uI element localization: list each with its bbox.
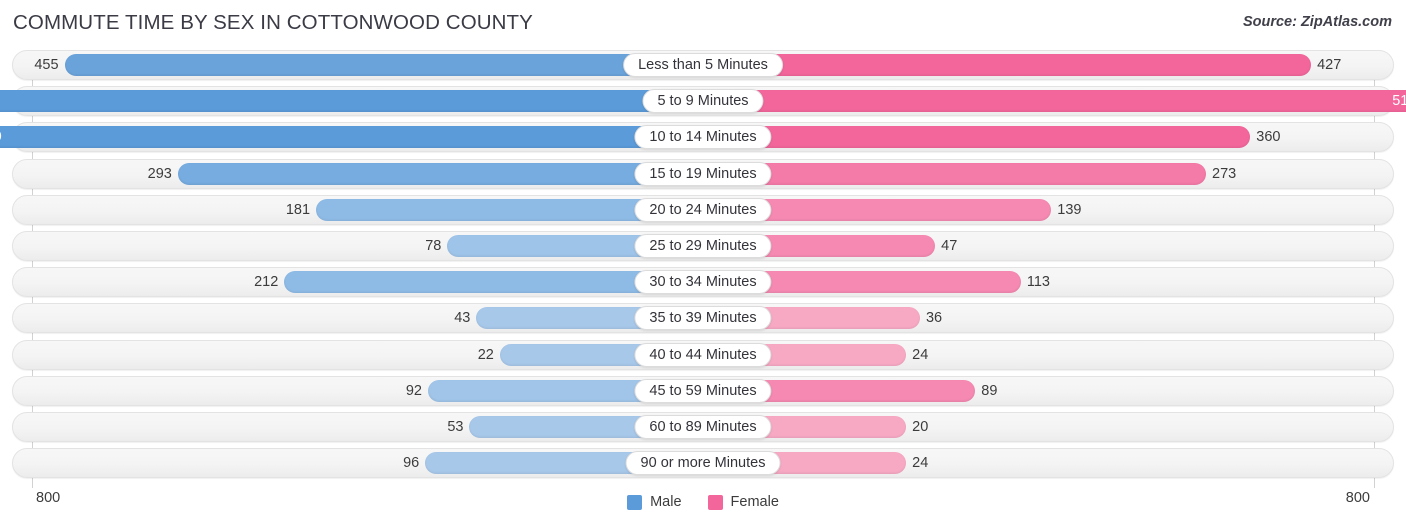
male-bar[interactable] xyxy=(0,90,703,113)
category-label-pill: 45 to 59 Minutes xyxy=(634,378,772,403)
female-value-label: 360 xyxy=(1256,129,1281,146)
female-value-label: 139 xyxy=(1057,201,1082,218)
legend-swatch-icon xyxy=(627,494,643,510)
male-value-label: 181 xyxy=(285,201,311,218)
male-value-label: 455 xyxy=(34,57,59,73)
category-label-pill: 40 to 44 Minutes xyxy=(634,342,772,367)
chart-header: COMMUTE TIME BY SEX IN COTTONWOOD COUNTY… xyxy=(0,0,1406,44)
male-value-label: 53 xyxy=(447,419,464,435)
bar-row[interactable]: 78 47 25 to 29 Minutes xyxy=(12,231,1394,261)
bar-row[interactable]: 212 113 30 to 34 Minutes xyxy=(12,267,1394,298)
male-value-label: 78 xyxy=(425,238,442,254)
male-value-label: 92 xyxy=(405,382,422,399)
bar-row[interactable]: 293 273 15 to 19 Minutes xyxy=(12,158,1394,189)
female-value-label: 427 xyxy=(1317,57,1342,73)
source-attribution: Source: ZipAtlas.com xyxy=(1242,14,1392,30)
female-value-label: 24 xyxy=(912,455,929,472)
bar-row[interactable]: 43 36 35 to 39 Minutes xyxy=(12,303,1394,334)
legend-item-label: Female xyxy=(730,494,779,510)
chart-footer: 800 800 Male Female xyxy=(0,487,1406,523)
bar-row[interactable]: 549 360 10 to 14 Minutes xyxy=(0,122,1394,153)
bar-row[interactable]: 92 89 45 to 59 Minutes xyxy=(12,375,1394,406)
female-value-label: 24 xyxy=(912,346,929,363)
male-value-label: 43 xyxy=(454,310,471,327)
male-value-label: 96 xyxy=(403,455,420,472)
category-label-pill: 20 to 24 Minutes xyxy=(634,197,772,222)
female-value-label: 47 xyxy=(941,238,958,254)
male-bar[interactable] xyxy=(177,162,703,185)
legend-swatch-icon xyxy=(707,494,723,510)
category-label-pill: 30 to 34 Minutes xyxy=(634,270,772,295)
male-bar[interactable] xyxy=(64,54,703,76)
male-value-label: 22 xyxy=(477,346,494,363)
category-label-pill: 5 to 9 Minutes xyxy=(642,89,764,114)
female-bar[interactable] xyxy=(703,126,1251,149)
category-label-pill: 35 to 39 Minutes xyxy=(634,306,772,331)
female-value-label: 89 xyxy=(981,382,998,399)
bar-row[interactable]: 22 24 40 to 44 Minutes xyxy=(12,339,1394,370)
legend-item[interactable]: Female xyxy=(707,494,779,510)
bar-row[interactable]: 96 24 90 or more Minutes xyxy=(12,448,1394,479)
category-label-pill: 15 to 19 Minutes xyxy=(634,161,772,186)
category-label-pill: 60 to 89 Minutes xyxy=(634,415,772,439)
category-label-pill: Less than 5 Minutes xyxy=(623,53,783,77)
male-bar[interactable] xyxy=(0,126,703,149)
female-value-label: 273 xyxy=(1212,165,1237,182)
page-title: COMMUTE TIME BY SEX IN COTTONWOOD COUNTY xyxy=(13,11,533,34)
chart-plot-area: 455427Less than 5 Minutes6405125 to 9 Mi… xyxy=(0,44,1406,488)
legend-item[interactable]: Male xyxy=(627,494,682,510)
female-bar[interactable] xyxy=(703,54,1312,76)
female-value-label: 113 xyxy=(1026,274,1050,291)
female-value-label: 20 xyxy=(912,419,929,435)
male-value-label: 212 xyxy=(254,274,279,291)
female-bar[interactable] xyxy=(703,90,1406,113)
male-value-label: 293 xyxy=(147,165,172,182)
bar-row[interactable]: 6405125 to 9 Minutes xyxy=(0,86,1406,117)
legend-item-label: Male xyxy=(650,494,682,510)
female-value-label: 512 xyxy=(1392,93,1406,110)
male-value-label: 549 xyxy=(0,122,2,152)
category-label-pill: 25 to 29 Minutes xyxy=(634,234,772,258)
category-label-pill: 10 to 14 Minutes xyxy=(634,125,772,150)
chart-legend: Male Female xyxy=(0,487,1406,517)
category-label-pill: 90 or more Minutes xyxy=(625,451,781,476)
bar-row[interactable]: 181 139 20 to 24 Minutes xyxy=(12,194,1394,225)
female-bar[interactable] xyxy=(703,162,1207,185)
bar-row[interactable]: 455 427 Less than 5 Minutes xyxy=(12,50,1394,80)
female-value-label: 36 xyxy=(925,310,943,327)
bar-row[interactable]: 53 20 60 to 89 Minutes xyxy=(12,412,1394,442)
